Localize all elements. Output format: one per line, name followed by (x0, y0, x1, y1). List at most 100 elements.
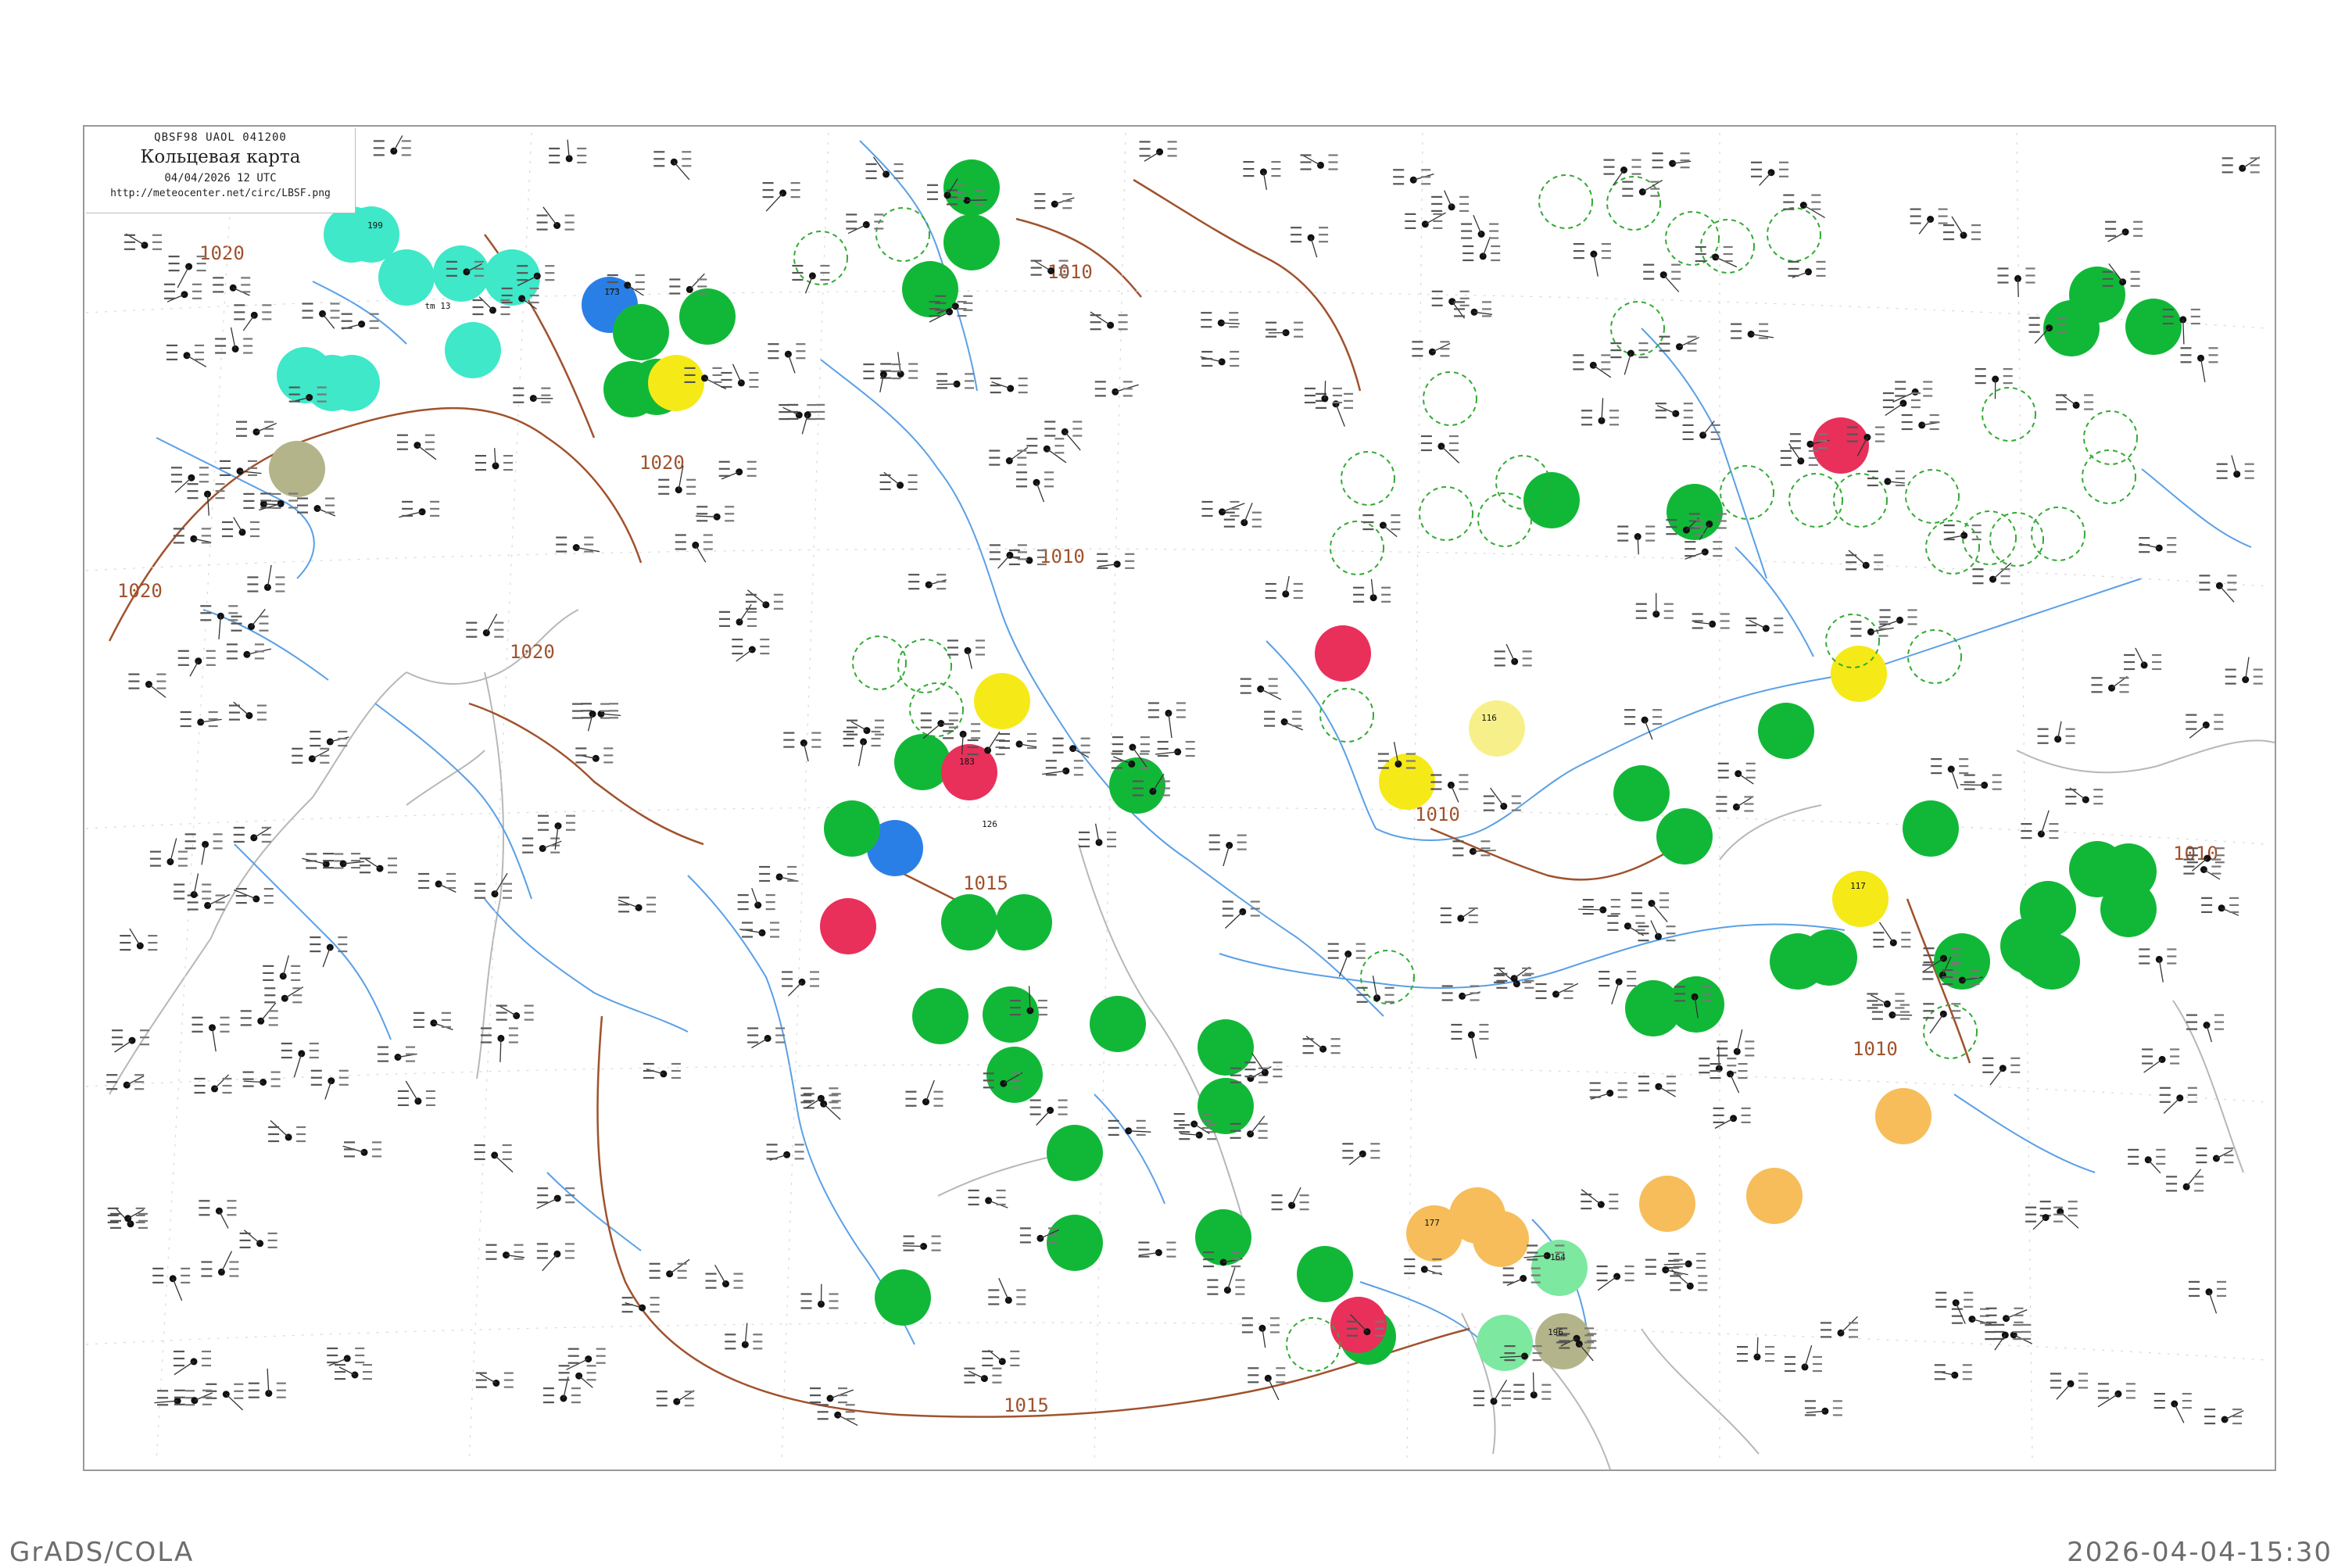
station-value-mark (288, 492, 298, 494)
station-value-mark (1269, 678, 1278, 680)
station-value-mark (2227, 589, 2236, 590)
station-value-mark (1942, 983, 1953, 985)
station-value-mark (1017, 450, 1026, 452)
synoptic-map[interactable]: 1020102010201020101510151010101010101010… (0, 0, 2345, 1563)
station-value-mark (474, 1151, 485, 1153)
station-value-mark (388, 857, 397, 859)
station-value-mark (1900, 1011, 1910, 1013)
station-value-mark (1201, 319, 1212, 320)
station-value-mark (1573, 250, 1584, 252)
station-value-mark (1140, 750, 1150, 752)
station-value-mark (2229, 911, 2239, 913)
station-value-mark (1054, 445, 1064, 446)
station-value-mark (466, 636, 477, 638)
station-value-mark (908, 588, 919, 589)
station-value-mark (355, 1348, 364, 1349)
station-value-mark (1432, 1273, 1441, 1274)
station-value-mark (2133, 235, 2143, 237)
station-value-mark (474, 890, 485, 892)
station-value-mark (473, 306, 484, 308)
station-value-mark (310, 950, 320, 952)
station-value-mark (1037, 557, 1047, 558)
station-value-mark (292, 755, 303, 757)
station-value-mark (106, 1081, 117, 1083)
station-value-mark (1010, 1000, 1021, 1001)
station-value-mark (1090, 314, 1101, 316)
station-value-mark (565, 1243, 575, 1244)
station-value-mark (704, 541, 713, 542)
station-value-mark (1291, 241, 1301, 242)
station-value-mark (682, 165, 691, 166)
station-value-mark (1479, 1031, 1488, 1033)
station-value-mark (1138, 1249, 1149, 1251)
station-value-mark (1698, 1289, 1707, 1291)
station-value-mark (2126, 1383, 2136, 1384)
station-value-mark (742, 936, 753, 937)
station-value-mark (657, 1405, 668, 1406)
station-value-mark (1053, 745, 1064, 746)
station-value-mark (325, 498, 335, 499)
station-value-mark (1624, 709, 1635, 711)
station-value-mark (1469, 908, 1478, 909)
station-value-mark (846, 1418, 855, 1419)
station-value-mark (504, 1387, 514, 1388)
station-value-mark (1276, 1381, 1285, 1383)
station-value-mark (1513, 1384, 1524, 1386)
station-value-mark (1522, 968, 1531, 969)
station-value-mark (323, 853, 334, 854)
station-value-mark (262, 318, 271, 320)
station-value-mark (2217, 471, 2228, 472)
station-value-mark (1833, 1400, 1842, 1402)
station-value-mark (1062, 207, 1072, 209)
station-value-mark (2186, 714, 2196, 716)
station-value-mark (2014, 1315, 2024, 1316)
station-value-mark (1652, 723, 1662, 725)
dashed-station-circle (1320, 689, 1373, 742)
border-line (109, 672, 406, 1094)
station-value-mark (1502, 1391, 1511, 1392)
wind-barb (1065, 431, 1080, 450)
station-value-mark (140, 1036, 149, 1038)
station-value-mark (397, 449, 408, 450)
station-value-mark (1020, 1241, 1031, 1243)
station-value-mark (1449, 442, 1459, 444)
station-value-mark (1599, 985, 1609, 986)
station-value-mark (310, 936, 320, 938)
station-value-mark (178, 650, 189, 652)
station-value-mark (894, 170, 904, 172)
station-circle-green (943, 214, 1000, 270)
station-value-mark (216, 908, 225, 910)
source-url[interactable]: http://meteocenter.net/circ/LBSF.png (86, 188, 355, 199)
station-value-mark (997, 1204, 1006, 1205)
station-value-mark (1652, 166, 1663, 168)
station-value-mark (181, 1282, 190, 1283)
station-value-mark (2154, 1407, 2165, 1409)
station-value-mark (199, 481, 209, 482)
station-value-mark (747, 625, 757, 627)
station-value-mark (2021, 1331, 2031, 1333)
station-value-mark (1137, 1120, 1146, 1122)
station-value-mark (1404, 1258, 1415, 1260)
wind-barb (234, 890, 256, 900)
station-value-mark (1625, 1265, 1634, 1267)
station-value-mark (174, 1358, 184, 1359)
station-value-mark (1667, 1090, 1676, 1091)
station-value-mark (1230, 515, 1240, 517)
station-cluster-label: 183 (959, 757, 975, 767)
station-value-mark (1779, 169, 1788, 170)
station-value-mark (1746, 777, 1756, 779)
station-value-mark (1805, 1407, 1816, 1409)
station-value-mark (494, 629, 503, 631)
station-value-mark (243, 352, 252, 353)
station-value-mark (1930, 428, 1939, 430)
station-circle-orange (1875, 1088, 1931, 1144)
station-value-mark (1821, 1322, 1831, 1323)
station-value-mark (1635, 922, 1645, 924)
station-value-mark (1202, 515, 1213, 517)
station-value-mark (988, 1289, 999, 1291)
station-value-mark (202, 1365, 211, 1366)
station-value-mark (1975, 382, 1986, 384)
wind-barb (1226, 911, 1243, 928)
station-value-mark (1846, 554, 1856, 556)
station-value-mark (783, 739, 794, 741)
